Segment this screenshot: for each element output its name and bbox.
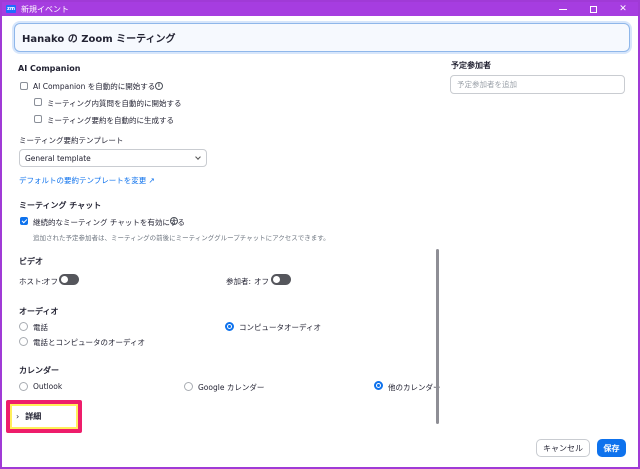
- audio-radio-phone[interactable]: [19, 322, 28, 331]
- summary-template-value: General template: [25, 153, 91, 163]
- minimize-button[interactable]: [548, 2, 578, 16]
- audio-option-computer: コンピュータオーディオ: [239, 323, 321, 332]
- ai-summary-checkbox[interactable]: [34, 115, 42, 123]
- host-video-label: ホスト:: [19, 277, 45, 286]
- window-controls: ✕: [548, 2, 638, 16]
- ai-companion-heading: AI Companion: [18, 64, 81, 73]
- participant-video-toggle[interactable]: [271, 274, 291, 285]
- participant-video-state: オフ: [254, 277, 269, 286]
- ai-summary-label: ミーティング要約を自動的に生成する: [47, 116, 175, 125]
- zoom-app-icon: zm: [6, 5, 16, 13]
- calendar-heading: カレンダー: [19, 366, 59, 375]
- audio-radio-computer[interactable]: [225, 322, 234, 331]
- calendar-option-google: Google カレンダー: [198, 383, 265, 392]
- close-button[interactable]: ✕: [608, 2, 638, 16]
- ai-auto-start-checkbox[interactable]: [20, 82, 28, 90]
- details-toggle[interactable]: › 詳細: [12, 406, 76, 427]
- ai-auto-start-label: AI Companion を自動的に開始する: [33, 82, 156, 91]
- persistent-chat-note: 追加された予定参加者は、ミーティングの前後にミーティンググループチャットにアクセ…: [33, 234, 330, 242]
- info-icon[interactable]: i: [155, 82, 163, 90]
- change-template-link[interactable]: デフォルトの要約テンプレートを変更 ↗: [19, 175, 155, 186]
- persistent-chat-label: 継続的なミーティング チャットを有効にする: [33, 218, 185, 227]
- save-button[interactable]: 保存: [597, 439, 626, 457]
- calendar-radio-google[interactable]: [184, 382, 193, 391]
- summary-template-select[interactable]: General template: [19, 149, 207, 167]
- title-bar: zm 新規イベント ✕: [2, 2, 638, 16]
- audio-radio-both[interactable]: [19, 337, 28, 346]
- audio-heading: オーディオ: [19, 307, 59, 316]
- ai-questions-checkbox[interactable]: [34, 98, 42, 106]
- calendar-radio-outlook[interactable]: [19, 382, 28, 391]
- calendar-radio-other[interactable]: [374, 381, 383, 390]
- chevron-right-icon: ›: [16, 412, 20, 421]
- chevron-down-icon: [195, 154, 201, 160]
- calendar-option-outlook: Outlook: [33, 382, 63, 391]
- meeting-chat-heading: ミーティング チャット: [19, 201, 102, 210]
- window-title: 新規イベント: [21, 4, 69, 14]
- details-highlight: › 詳細: [6, 400, 82, 433]
- persistent-chat-checkbox[interactable]: [20, 217, 28, 225]
- video-heading: ビデオ: [19, 257, 43, 266]
- close-icon: ✕: [619, 4, 627, 14]
- summary-template-label: ミーティング要約テンプレート: [19, 136, 124, 145]
- calendar-option-other: 他のカレンダー: [388, 383, 441, 392]
- meeting-topic-input[interactable]: Hanako の Zoom ミーティング: [14, 23, 630, 52]
- ai-questions-label: ミーティング内質問を自動的に開始する: [47, 99, 182, 108]
- attendees-heading: 予定参加者: [451, 61, 491, 70]
- participant-video-label: 参加者:: [226, 277, 252, 286]
- minimize-icon: [559, 8, 567, 10]
- audio-option-phone: 電話: [33, 323, 48, 332]
- details-label: 詳細: [25, 412, 42, 421]
- host-video-toggle[interactable]: [59, 274, 79, 285]
- scrollbar[interactable]: [436, 249, 439, 424]
- maximize-button[interactable]: [578, 2, 608, 16]
- event-window: zm 新規イベント ✕ Hanako の Zoom ミーティング AI Comp…: [0, 0, 640, 469]
- cancel-button[interactable]: キャンセル: [536, 439, 590, 457]
- audio-option-both: 電話とコンピュータのオーディオ: [33, 338, 145, 347]
- info-icon[interactable]: i: [170, 217, 178, 225]
- host-video-state: オフ: [43, 277, 58, 286]
- attendee-input[interactable]: 予定参加者を追加: [450, 75, 625, 94]
- maximize-icon: [589, 5, 597, 13]
